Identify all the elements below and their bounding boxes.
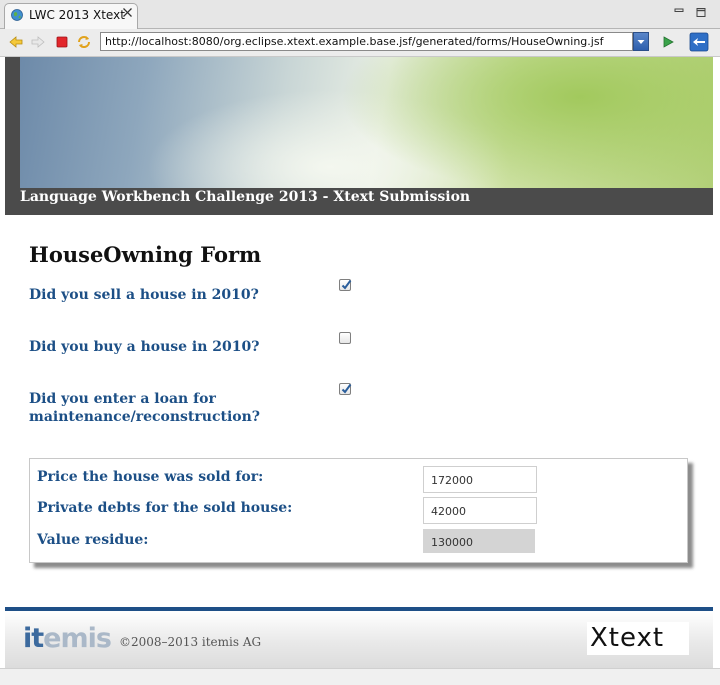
close-icon[interactable] — [122, 7, 133, 18]
back-icon[interactable] — [8, 34, 24, 50]
question-loan-label: Did you enter a loan for maintenance/rec… — [29, 391, 260, 425]
url-text: http://localhost:8080/org.eclipse.xtext.… — [105, 35, 604, 48]
url-dropdown-button[interactable] — [633, 32, 649, 51]
banner-caption: Language Workbench Challenge 2013 - Xtex… — [20, 189, 471, 205]
buy-checkbox[interactable] — [339, 332, 351, 344]
banner-image — [20, 57, 713, 188]
maximize-icon[interactable] — [694, 6, 708, 20]
private-debts-input[interactable]: 42000 — [423, 497, 537, 524]
value-residue-output: 130000 — [423, 529, 535, 553]
header-banner: Language Workbench Challenge 2013 - Xtex… — [5, 57, 713, 215]
loan-checkbox[interactable] — [339, 383, 352, 395]
xtext-logo[interactable]: Xtext — [587, 622, 689, 655]
sold-checkbox[interactable] — [339, 279, 352, 291]
computed-values-panel: Price the house was sold for: 172000 Pri… — [29, 458, 688, 563]
browser-tab[interactable]: LWC 2013 Xtext — [4, 3, 138, 29]
go-icon[interactable] — [660, 34, 676, 50]
app-icon[interactable] — [689, 32, 709, 52]
value-residue-label: Value residue: — [37, 532, 149, 548]
price-sold-label: Price the house was sold for: — [37, 469, 264, 485]
refresh-icon[interactable] — [76, 34, 92, 50]
checkmark-icon — [341, 383, 352, 394]
price-sold-input[interactable]: 172000 — [423, 466, 537, 493]
question-sold-label: Did you sell a house in 2010? — [29, 287, 259, 303]
itemis-logo[interactable]: itemis — [23, 623, 112, 654]
window-bottom-edge — [0, 668, 720, 685]
url-field[interactable]: http://localhost:8080/org.eclipse.xtext.… — [100, 32, 633, 51]
question-buy-label: Did you buy a house in 2010? — [29, 339, 260, 355]
minimize-icon[interactable] — [672, 6, 686, 20]
dropdown-icon — [637, 40, 645, 44]
tab-title: LWC 2013 Xtext — [29, 8, 125, 22]
tab-bar: LWC 2013 Xtext — [0, 0, 720, 29]
private-debts-label: Private debts for the sold house: — [37, 500, 293, 516]
checkmark-icon — [341, 279, 352, 290]
nav-toolbar: http://localhost:8080/org.eclipse.xtext.… — [0, 29, 720, 57]
forward-icon[interactable] — [30, 34, 46, 50]
footer: itemis ©2008–2013 itemis AG Xtext — [5, 611, 713, 668]
globe-icon — [11, 9, 23, 21]
page-title: HouseOwning Form — [29, 242, 262, 267]
copyright-text: ©2008–2013 itemis AG — [119, 635, 262, 649]
stop-icon[interactable] — [54, 34, 70, 50]
